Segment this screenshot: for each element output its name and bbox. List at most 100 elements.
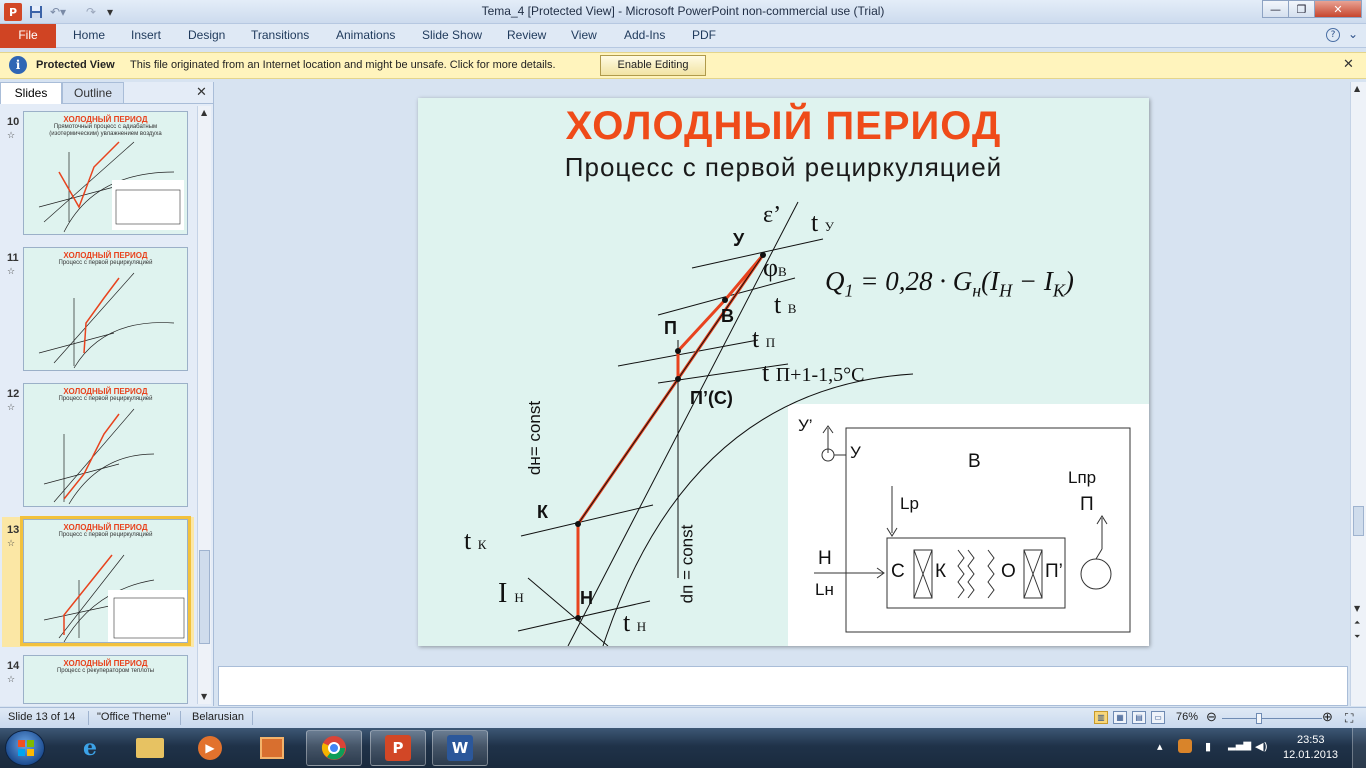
network-signal-icon[interactable]: ▂▄▆: [1228, 740, 1251, 751]
t-n-label: t Н: [623, 608, 647, 637]
tab-home[interactable]: Home: [73, 28, 105, 42]
maximize-button[interactable]: ❐: [1288, 0, 1315, 18]
thumbnail-number: 13: [7, 524, 20, 536]
fit-to-window-icon[interactable]: ⛶: [1345, 711, 1353, 726]
slide-sorter-view-icon[interactable]: ▦: [1113, 711, 1127, 724]
star-icon: ☆: [7, 403, 16, 413]
thumbnail-diagram: [43, 408, 155, 505]
file-explorer-icon[interactable]: [122, 730, 178, 766]
internet-explorer-icon[interactable]: e: [62, 730, 118, 766]
minimize-button[interactable]: —: [1262, 0, 1289, 18]
show-desktop-button[interactable]: [1352, 728, 1366, 768]
process-line-main: [576, 254, 765, 618]
scrollbar-thumb[interactable]: [199, 550, 210, 644]
slide-counter: Slide 13 of 14: [8, 711, 76, 723]
slide-thumbnail[interactable]: ХОЛОДНЫЙ ПЕРИОД Процесс с первой рецирку…: [23, 247, 188, 371]
editor-scrollbar[interactable]: ▲ ▼ ⏶ ⏷: [1350, 82, 1366, 706]
t-v-label: t В: [774, 290, 797, 319]
device-tray-icon[interactable]: ▮: [1205, 740, 1211, 753]
tab-view[interactable]: View: [571, 28, 597, 42]
scheme-lr-label: Lр: [900, 494, 919, 513]
start-button[interactable]: [5, 730, 45, 766]
i-n-label: I Н: [498, 578, 524, 609]
scheme-b-label: В: [968, 451, 981, 472]
thumbnail-subtitle: Процесс с рекуператором теплоты: [56, 668, 155, 674]
scroll-up-icon[interactable]: ▲: [1354, 84, 1360, 93]
tab-file[interactable]: File: [0, 24, 56, 48]
thumbnail-number: 12: [7, 388, 20, 400]
scroll-up-icon[interactable]: ▲: [201, 108, 207, 117]
protected-view-title: Protected View: [36, 59, 115, 71]
phi-label: φВ: [763, 253, 787, 282]
windows-logo-icon: [18, 740, 34, 756]
thumbnail-number: 10: [7, 116, 20, 128]
chrome-icon[interactable]: [306, 730, 362, 766]
point-p-prime-c-label: П’(С): [690, 388, 733, 408]
panel-scrollbar[interactable]: ▲ ▼: [197, 106, 211, 704]
powerpoint-icon[interactable]: P: [370, 730, 426, 766]
thumbnail-diagram: [38, 141, 184, 233]
zoom-out-icon[interactable]: ⊖: [1206, 709, 1217, 725]
close-button[interactable]: ✕: [1314, 0, 1362, 18]
window-title: Tema_4 [Protected View] - Microsoft Powe…: [481, 4, 885, 18]
tab-slide-show[interactable]: Slide Show: [422, 28, 482, 42]
close-icon[interactable]: ✕: [196, 85, 207, 100]
tab-outline[interactable]: Outline: [62, 82, 124, 104]
scheme-section-k: К: [935, 561, 947, 582]
word-icon[interactable]: W: [432, 730, 488, 766]
chevron-down-icon[interactable]: ⌄: [1348, 27, 1358, 41]
tab-transitions[interactable]: Transitions: [251, 28, 309, 42]
thumbnail-title: ХОЛОДНЫЙ ПЕРИОД: [63, 659, 148, 668]
tab-design[interactable]: Design: [188, 28, 225, 42]
control-panel-icon[interactable]: [244, 730, 300, 766]
previous-slide-icon[interactable]: ⏶: [1354, 618, 1360, 628]
show-hidden-icons-icon[interactable]: ▴: [1157, 740, 1163, 753]
thumbnail-diagram: [38, 272, 175, 369]
star-icon: ☆: [7, 131, 16, 141]
zoom-level[interactable]: 76%: [1176, 711, 1198, 723]
scrollbar-thumb[interactable]: [1353, 506, 1364, 536]
ribbon-tabs: File Home Insert Design Transitions Anim…: [0, 24, 1366, 48]
slide-show-view-icon[interactable]: ▭: [1151, 711, 1165, 724]
zoom-slider[interactable]: [1222, 718, 1322, 719]
protected-view-message[interactable]: This file originated from an Internet lo…: [130, 59, 556, 71]
reading-view-icon[interactable]: ▤: [1132, 711, 1146, 724]
status-bar: Slide 13 of 14 "Office Theme" Belarusian…: [0, 707, 1366, 728]
star-icon: ☆: [7, 539, 16, 549]
dp-const-label: dп = const: [677, 524, 697, 604]
next-slide-icon[interactable]: ⏷: [1354, 632, 1360, 642]
notes-pane[interactable]: [218, 666, 1348, 706]
tab-slides[interactable]: Slides: [0, 82, 62, 104]
tab-insert[interactable]: Insert: [131, 28, 161, 42]
t-p-label: t П: [752, 324, 776, 353]
zoom-in-icon[interactable]: ⊕: [1322, 709, 1333, 725]
language-indicator[interactable]: Belarusian: [192, 711, 244, 723]
normal-view-icon[interactable]: ▥: [1094, 711, 1108, 724]
clock-time[interactable]: 23:53: [1297, 734, 1325, 746]
zoom-slider-handle[interactable]: [1256, 713, 1262, 724]
slide-thumbnail-selected[interactable]: ХОЛОДНЫЙ ПЕРИОД Процесс с первой рецирку…: [20, 516, 191, 646]
tab-animations[interactable]: Animations: [336, 28, 395, 42]
tab-review[interactable]: Review: [507, 28, 546, 42]
slide-thumbnail[interactable]: ХОЛОДНЫЙ ПЕРИОД Процесс с первой рецирку…: [23, 383, 188, 507]
tab-pdf[interactable]: PDF: [692, 28, 716, 42]
slide-thumbnail[interactable]: ХОЛОДНЫЙ ПЕРИОД Прямоточный процесс с ад…: [23, 111, 188, 235]
tab-add-ins[interactable]: Add-Ins: [624, 28, 665, 42]
clock-date[interactable]: 12.01.2013: [1283, 749, 1338, 761]
point-p-label: П: [664, 318, 677, 338]
scroll-down-icon[interactable]: ▼: [201, 692, 207, 701]
theme-name: "Office Theme": [97, 711, 171, 723]
enable-editing-button[interactable]: Enable Editing: [600, 55, 706, 76]
help-icon[interactable]: ?: [1326, 28, 1340, 42]
scroll-down-icon[interactable]: ▼: [1354, 604, 1360, 613]
security-tray-icon[interactable]: [1178, 739, 1192, 753]
slide-thumbnail[interactable]: ХОЛОДНЫЙ ПЕРИОД Процесс с рекуператором …: [23, 655, 188, 704]
title-bar: P ↶▾ ↷ ▾ Tema_4 [Protected View] - Micro…: [0, 0, 1366, 24]
t-u-label: t У: [811, 208, 834, 237]
media-player-icon[interactable]: ▶: [182, 730, 238, 766]
scheme-section-p-prime: П’: [1045, 561, 1063, 582]
curve-phi: [602, 373, 914, 646]
slide-canvas[interactable]: ХОЛОДНЫЙ ПЕРИОД Процесс с первой рецирку…: [418, 98, 1149, 646]
close-icon[interactable]: ✕: [1343, 57, 1354, 72]
volume-icon[interactable]: ◀): [1255, 740, 1268, 753]
